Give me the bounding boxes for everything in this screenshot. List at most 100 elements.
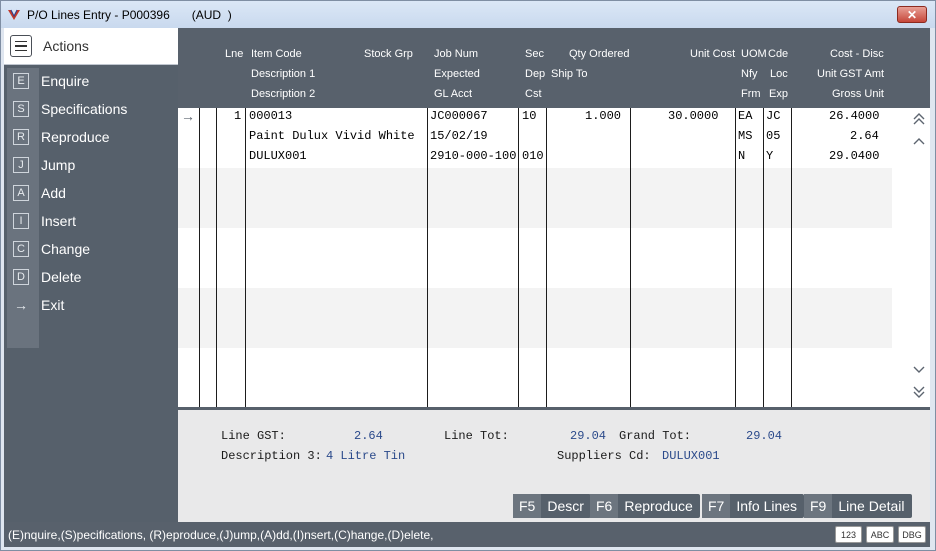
col-divider	[245, 108, 246, 407]
col-divider	[427, 108, 428, 407]
col-header-gross-unit: Gross Unit	[832, 88, 884, 100]
menu-item-label: Add	[41, 185, 66, 201]
menu-item-label: Jump	[41, 157, 76, 173]
cell-qty-ordered[interactable]: 1.000	[585, 109, 621, 123]
po-lines-entry-window: P/O Lines Entry - P000396 (AUD ) ✕ Actio…	[0, 0, 936, 551]
app-logo-icon	[7, 8, 21, 22]
col-header-lne: Lne	[225, 48, 244, 60]
f5-key: F5	[513, 494, 542, 518]
grand-tot-value: 29.04	[746, 429, 783, 443]
grid-row-stripe	[178, 288, 892, 348]
col-header-unit-gst-amt: Unit GST Amt	[817, 68, 885, 80]
hamburger-menu-icon[interactable]	[10, 35, 32, 57]
menu-item-exit[interactable]: → Exit	[4, 291, 178, 319]
col-header-nfy: Nfy	[741, 68, 758, 80]
f5-descr-button[interactable]: F5 Descr	[513, 494, 591, 518]
window-title: P/O Lines Entry - P000396	[27, 7, 170, 22]
menu-item-enquire[interactable]: E Enquire	[4, 67, 178, 95]
close-icon: ✕	[906, 7, 918, 22]
cell-lne[interactable]: 1	[234, 109, 241, 123]
line-tot-label: Line Tot:	[444, 429, 509, 443]
menu-item-label: Specifications	[41, 101, 128, 117]
cell-expected[interactable]: 15/02/19	[430, 129, 488, 143]
menu-item-jump[interactable]: J Jump	[4, 151, 178, 179]
scroll-bottom-icon[interactable]	[909, 384, 929, 400]
menu-item-label: Reproduce	[41, 129, 110, 145]
col-header-cst: Cst	[525, 88, 542, 100]
scroll-up-icon[interactable]	[909, 133, 929, 149]
currency-indicator: (AUD )	[191, 7, 232, 22]
col-header-cost-disc: Cost - Disc	[830, 48, 884, 60]
title-bar: P/O Lines Entry - P000396 (AUD ) ✕	[1, 1, 935, 28]
col-header-frm: Frm	[741, 88, 761, 100]
cell-item-code[interactable]: 000013	[249, 109, 292, 123]
grid-separator	[178, 407, 930, 410]
cell-description-1[interactable]: Paint Dulux Vivid White	[249, 129, 415, 143]
cell-unit-cost[interactable]: 30.0000	[668, 109, 718, 123]
col-header-ship-to: Ship To	[551, 68, 588, 80]
menu-item-insert[interactable]: I Insert	[4, 207, 178, 235]
enquire-key-icon: E	[13, 73, 29, 89]
actions-header[interactable]: Actions	[4, 28, 178, 65]
f7-info-lines-button[interactable]: F7 Info Lines	[702, 494, 805, 518]
num-mode-badge: 123	[835, 526, 862, 543]
col-header-loc: Loc	[770, 68, 788, 80]
menu-item-label: Change	[41, 241, 91, 257]
col-header-sec: Sec	[525, 48, 544, 60]
f5-label: Descr	[547, 498, 584, 514]
menu-item-label: Enquire	[41, 73, 90, 89]
col-divider	[735, 108, 736, 407]
cell-description-2[interactable]: DULUX001	[249, 149, 307, 163]
f9-line-detail-button[interactable]: F9 Line Detail	[804, 494, 912, 518]
cell-cde[interactable]: JC	[766, 109, 780, 123]
col-header-unit-cost: Unit Cost	[690, 48, 736, 60]
f9-label: Line Detail	[838, 498, 905, 514]
menu-item-change[interactable]: C Change	[4, 235, 178, 263]
grid-row-stripe	[178, 168, 892, 228]
col-header-uom: UOM	[741, 48, 767, 60]
menu-item-add[interactable]: A Add	[4, 179, 178, 207]
menu-item-delete[interactable]: D Delete	[4, 263, 178, 291]
jump-key-icon: J	[13, 157, 29, 173]
f6-reproduce-button[interactable]: F6 Reproduce	[590, 494, 700, 518]
cell-loc[interactable]: 05	[766, 129, 780, 143]
col-divider	[791, 108, 792, 407]
cell-uom[interactable]: EA	[738, 109, 752, 123]
cell-unit-gst-amt[interactable]: 2.64	[850, 129, 879, 143]
cell-frm[interactable]: N	[738, 149, 745, 163]
cell-gross-unit[interactable]: 29.0400	[829, 149, 879, 163]
suppliers-cd-label: Suppliers Cd:	[557, 449, 651, 463]
menu-item-specifications[interactable]: S Specifications	[4, 95, 178, 123]
line-tot-value: 29.04	[570, 429, 607, 443]
col-header-dep: Dep	[525, 68, 546, 80]
col-header-job-num: Job Num	[434, 48, 479, 60]
cell-exp[interactable]: Y	[766, 149, 773, 163]
add-key-icon: A	[13, 185, 29, 201]
cell-nfy[interactable]: MS	[738, 129, 752, 143]
current-row-arrow-icon: →	[181, 108, 195, 124]
col-divider	[630, 108, 631, 407]
po-lines-grid[interactable]: → 1 000013 JC000067 10 1.000 30.0000 EA …	[178, 108, 930, 407]
close-button[interactable]: ✕	[897, 6, 927, 23]
insert-key-icon: I	[13, 213, 29, 229]
col-header-expected: Expected	[434, 68, 480, 80]
scroll-down-icon[interactable]	[909, 362, 929, 378]
f6-label: Reproduce	[624, 498, 693, 514]
cell-cost-disc[interactable]: 26.4000	[829, 109, 879, 123]
cell-gl-acct[interactable]: 2910-000-100	[430, 149, 516, 163]
menu-item-reproduce[interactable]: R Reproduce	[4, 123, 178, 151]
description-3-value: 4 Litre Tin	[326, 449, 406, 463]
col-header-cde: Cde	[768, 48, 789, 60]
change-key-icon: C	[13, 241, 29, 257]
menu-item-label: Exit	[41, 297, 65, 313]
status-bar: (E)nquire,(S)pecifications, (R)eproduce,…	[4, 522, 930, 547]
col-header-description-2: Description 2	[251, 88, 316, 100]
menu-item-label: Insert	[41, 213, 77, 229]
cell-sec[interactable]: 10	[522, 109, 536, 123]
scroll-top-icon[interactable]	[909, 111, 929, 127]
cell-job-num[interactable]: JC000067	[430, 109, 488, 123]
cell-cst[interactable]: 010	[522, 149, 544, 163]
col-divider	[763, 108, 764, 407]
suppliers-cd-value: DULUX001	[662, 449, 720, 463]
col-divider	[546, 108, 547, 407]
